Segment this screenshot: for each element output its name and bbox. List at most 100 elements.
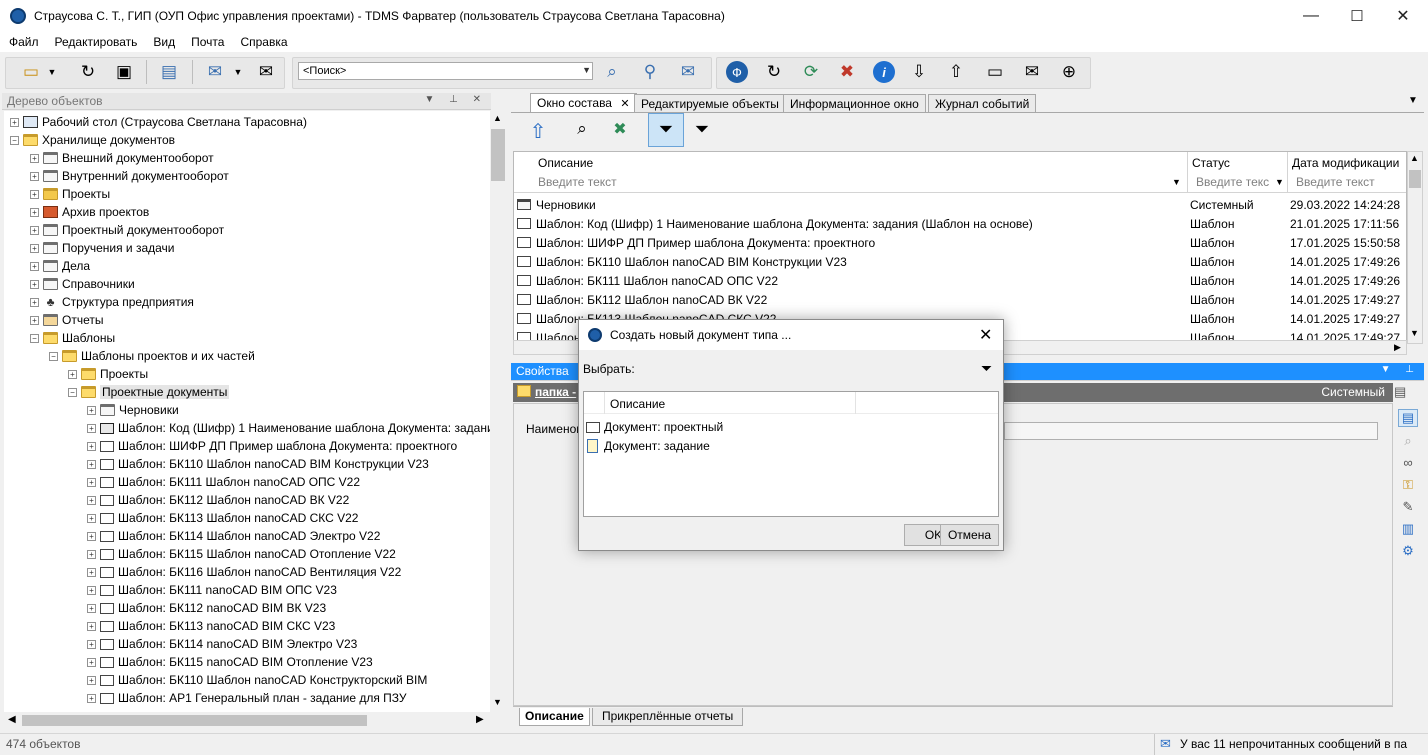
tree-item[interactable]: + Шаблон: БК116 Шаблон nanoCAD Вентиляция… bbox=[87, 563, 401, 581]
expand-icon[interactable]: + bbox=[87, 549, 96, 559]
cancel-button[interactable]: Отмена bbox=[940, 524, 999, 546]
close-tab-icon[interactable]: ✕ bbox=[620, 98, 629, 110]
tree-item[interactable]: + Черновики bbox=[87, 401, 179, 419]
new-document-dropdown-icon[interactable]: ▼ bbox=[46, 61, 58, 83]
tree-item[interactable]: + Поручения и задачи bbox=[30, 239, 175, 257]
tree-item[interactable]: − Проектные документы bbox=[68, 383, 230, 401]
expand-icon[interactable]: + bbox=[87, 585, 96, 595]
tree-item[interactable]: + Справочники bbox=[30, 275, 135, 293]
scroll-up-icon[interactable]: ▲ bbox=[1410, 153, 1419, 163]
tree-item[interactable]: + Внешний документооборот bbox=[30, 149, 214, 167]
scroll-left-icon[interactable]: ◀ bbox=[8, 714, 16, 725]
chevron-down-icon[interactable]: ▼ bbox=[582, 65, 591, 75]
expand-icon[interactable]: + bbox=[87, 441, 96, 451]
tree-item[interactable]: − Шаблоны bbox=[30, 329, 115, 347]
tree-item[interactable]: + Проектный документооборот bbox=[30, 221, 224, 239]
details-view-icon[interactable]: ▤ bbox=[1398, 409, 1418, 427]
grid-cell-status[interactable]: Шаблон bbox=[1190, 271, 1234, 290]
tree-item[interactable]: + Проекты bbox=[68, 365, 148, 383]
expand-icon[interactable]: + bbox=[30, 279, 39, 289]
type-list[interactable]: Описание Документ: проектный Документ: з… bbox=[583, 391, 999, 517]
globe-icon[interactable]: ⊕ bbox=[1058, 61, 1080, 83]
grid-cell-description[interactable]: Шаблон: БК111 Шаблон nanoCAD ОПС V22 bbox=[536, 271, 778, 290]
expand-icon[interactable]: + bbox=[87, 459, 96, 469]
expand-icon[interactable]: + bbox=[30, 189, 39, 199]
grid-vertical-scrollbar[interactable]: ▲ ▼ bbox=[1407, 151, 1423, 344]
comment-icon[interactable]: ▭ bbox=[984, 61, 1006, 83]
panel-controls-icon[interactable]: ▼ ⊥ bbox=[1381, 364, 1420, 375]
bottom-tab-reports[interactable]: Прикреплённые отчеты bbox=[592, 708, 744, 726]
close-window-button[interactable]: ✕ bbox=[1380, 0, 1426, 32]
tree-item[interactable]: + Шаблон: БК113 nanoCAD BIM СКС V23 bbox=[87, 617, 335, 635]
expand-icon[interactable]: + bbox=[30, 297, 39, 307]
document-down-icon[interactable]: ⇩ bbox=[908, 61, 930, 83]
expand-icon[interactable]: + bbox=[30, 153, 39, 163]
menu-mail[interactable]: Почта bbox=[182, 35, 231, 49]
grid-cell-status[interactable]: Шаблон bbox=[1190, 309, 1234, 328]
books-icon[interactable]: ▥ bbox=[1398, 520, 1418, 538]
expand-icon[interactable]: + bbox=[87, 621, 96, 631]
expand-icon[interactable]: + bbox=[30, 261, 39, 271]
dialog-close-icon[interactable]: ✕ bbox=[979, 325, 992, 345]
expand-icon[interactable]: + bbox=[10, 117, 19, 127]
tab-edited-objects[interactable]: Редактируемые объекты bbox=[634, 94, 786, 112]
grid-cell-status[interactable]: Шаблон bbox=[1190, 252, 1234, 271]
expand-icon[interactable]: + bbox=[87, 693, 96, 703]
search-user-icon[interactable]: ⚲ bbox=[639, 61, 661, 83]
tree-item[interactable]: + Шаблон: Код (Шифр) 1 Наименование шабло… bbox=[87, 419, 490, 437]
expand-icon[interactable]: + bbox=[87, 567, 96, 577]
menu-view[interactable]: Вид bbox=[144, 35, 182, 49]
tab-info-window[interactable]: Информационное окно bbox=[783, 94, 926, 112]
search-object-icon[interactable]: ⌕ bbox=[601, 61, 623, 83]
tree-item[interactable]: + Внутренний документооборот bbox=[30, 167, 229, 185]
grid-cell-modified[interactable]: 14.01.2025 17:49:27 bbox=[1290, 290, 1400, 309]
tree-item[interactable]: + Шаблон: БК110 Шаблон nanoCAD Конструкто… bbox=[87, 671, 427, 689]
column-header-description[interactable]: Описание Введите текст ▼ bbox=[514, 152, 1188, 192]
tree-item[interactable]: + Шаблон: БК112 nanoCAD BIM ВК V23 bbox=[87, 599, 326, 617]
expand-icon[interactable]: + bbox=[87, 531, 96, 541]
expand-icon[interactable]: + bbox=[87, 657, 96, 667]
excel-export-icon[interactable]: ✖ bbox=[608, 119, 632, 143]
collapse-icon[interactable]: − bbox=[49, 351, 58, 361]
tree-item[interactable]: + Архив проектов bbox=[30, 203, 149, 221]
zoom-icon[interactable]: ⌕ bbox=[1398, 432, 1418, 450]
scroll-thumb[interactable] bbox=[1409, 170, 1421, 188]
type-list-item[interactable]: Документ: проектный bbox=[586, 418, 723, 436]
type-list-item[interactable]: Документ: задание bbox=[586, 437, 710, 455]
column-header-modified[interactable]: Дата модификации Введите текст bbox=[1288, 152, 1406, 192]
collapse-icon[interactable]: − bbox=[30, 333, 39, 343]
window-icon[interactable]: ▣ bbox=[113, 61, 135, 83]
search-combobox[interactable]: <Поиск> ▼ bbox=[298, 62, 593, 80]
tree-search-icon[interactable]: ⌕ bbox=[570, 119, 594, 143]
tree-item[interactable]: + Шаблон: БК111 nanoCAD BIM ОПС V23 bbox=[87, 581, 337, 599]
refresh2-icon[interactable]: ↻ bbox=[763, 61, 785, 83]
tree-item[interactable]: + Шаблон: БК114 nanoCAD BIM Электро V23 bbox=[87, 635, 357, 653]
grid-cell-modified[interactable]: 14.01.2025 17:49:26 bbox=[1290, 271, 1400, 290]
expand-icon[interactable]: + bbox=[87, 603, 96, 613]
unread-messages[interactable]: У вас 11 непрочитанных сообщений в па bbox=[1180, 737, 1407, 751]
new-document-icon[interactable]: ▭ bbox=[20, 61, 42, 83]
expand-icon[interactable]: + bbox=[87, 477, 96, 487]
menu-file[interactable]: Файл bbox=[0, 35, 46, 49]
users-sync-icon[interactable]: ⟳ bbox=[800, 61, 822, 83]
edit-icon[interactable]: ✎ bbox=[1398, 498, 1418, 516]
document-up-icon[interactable]: ⇧ bbox=[945, 61, 967, 83]
grid-cell-modified[interactable]: 14.01.2025 17:49:26 bbox=[1290, 252, 1400, 271]
grid-cell-description[interactable]: Шаблон: БК110 Шаблон nanoCAD BIM Констру… bbox=[536, 252, 847, 271]
grid-cell-status[interactable]: Шаблон bbox=[1190, 233, 1234, 252]
panel-controls-icon[interactable]: ▼ ⊥ ✕ bbox=[424, 94, 487, 105]
clear-icon[interactable]: ✖ bbox=[836, 61, 858, 83]
expand-icon[interactable]: + bbox=[87, 513, 96, 523]
grid-cell-modified[interactable]: 29.03.2022 14:24:28 bbox=[1290, 195, 1400, 214]
expand-icon[interactable]: + bbox=[30, 207, 39, 217]
expand-icon[interactable]: + bbox=[87, 675, 96, 685]
expand-icon[interactable]: + bbox=[87, 423, 96, 433]
tree-item[interactable]: + Дела bbox=[30, 257, 90, 275]
filter-icon[interactable]: ⏷ bbox=[648, 113, 684, 147]
expand-icon[interactable]: + bbox=[30, 171, 39, 181]
column-header-status[interactable]: Статус Введите текс ▼ bbox=[1188, 152, 1288, 192]
tdms-icon[interactable]: Ф bbox=[726, 61, 748, 83]
status-filter-input[interactable]: Введите текс bbox=[1196, 173, 1276, 191]
receive-mail-icon[interactable]: ✉ bbox=[255, 61, 277, 83]
bottom-tab-description[interactable]: Описание bbox=[519, 708, 590, 726]
